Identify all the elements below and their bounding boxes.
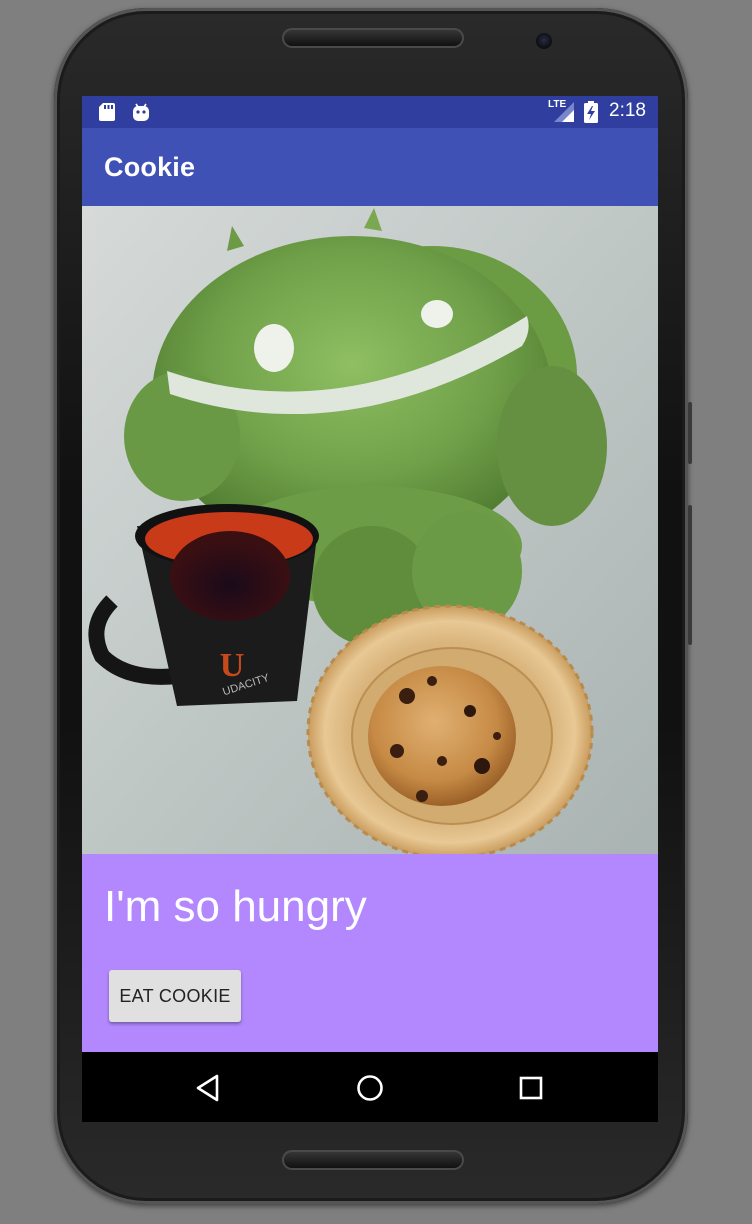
android-icon — [132, 102, 150, 126]
cookie-photo: U UDACITY — [82, 206, 658, 854]
power-button[interactable] — [688, 402, 692, 464]
back-icon[interactable] — [187, 1066, 231, 1110]
battery-charging-icon — [584, 101, 598, 127]
hunger-status-text: I'm so hungry — [104, 882, 367, 931]
content-panel: I'm so hungry EAT COOKIE — [82, 854, 658, 1052]
bottom-speaker — [282, 1150, 464, 1170]
clock: 2:18 — [609, 100, 646, 121]
home-icon[interactable] — [348, 1066, 392, 1110]
device-screen: LTE 2:18 Cookie U UDACITY I'm so hungry … — [82, 96, 658, 1122]
app-title: Cookie — [104, 152, 196, 182]
front-camera — [536, 33, 552, 49]
volume-rocker[interactable] — [688, 505, 692, 645]
mug-logo: U — [220, 647, 245, 684]
eat-cookie-button[interactable]: EAT COOKIE — [109, 970, 241, 1022]
network-type-label: LTE — [548, 99, 567, 110]
status-bar: LTE 2:18 — [82, 96, 658, 128]
top-speaker — [282, 28, 464, 48]
app-bar: Cookie — [82, 128, 658, 206]
recents-icon[interactable] — [509, 1066, 553, 1110]
sd-card-icon — [98, 102, 116, 126]
navigation-bar — [82, 1052, 658, 1122]
